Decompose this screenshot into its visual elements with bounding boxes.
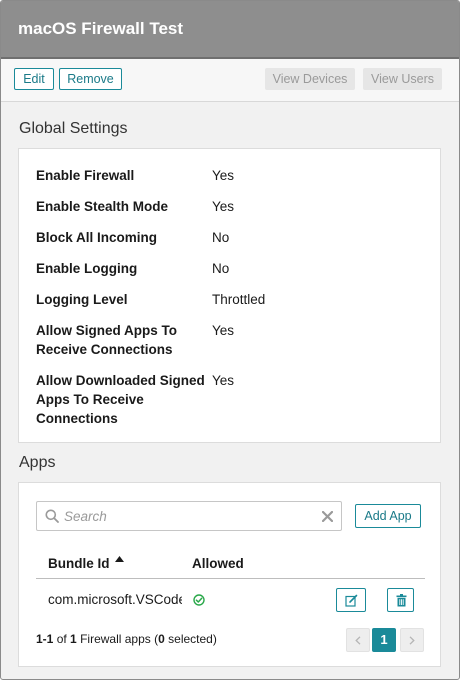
edit-app-button[interactable] [336,588,366,612]
column-header-allowed[interactable]: Allowed [192,556,244,571]
search-field[interactable]: Search [36,501,342,531]
view-users-button[interactable]: View Users [363,68,442,90]
setting-value: Yes [212,323,235,338]
chevron-left-icon [355,636,361,645]
toolbar: Edit Remove View Devices View Users [1,59,459,102]
firewall-policy-window: macOS Firewall Test Edit Remove View Dev… [0,0,460,680]
selected-text: selected [168,632,213,646]
noun-text: Firewall apps [80,632,151,646]
setting-label: Enable Logging [36,261,138,276]
bundle-id-cell: com.microsoft.VSCode [48,592,182,607]
search-icon [45,509,59,523]
window-title: macOS Firewall Test [18,19,184,38]
global-settings-heading: Global Settings [19,120,128,137]
setting-value: Yes [212,373,235,388]
trash-icon [396,594,407,607]
previous-page-button[interactable] [346,628,370,652]
selected-count: 0 [158,632,165,646]
setting-value: Yes [212,168,235,183]
chevron-right-icon [409,636,415,645]
apps-card: Search Add App Bundle Id Allowed com.mic… [18,482,441,667]
setting-label: Allow Downloaded Signed Apps To Receive … [36,373,205,426]
setting-label: Allow Signed Apps To Receive Connections [36,323,177,357]
add-app-button[interactable]: Add App [355,504,421,528]
setting-label: Enable Firewall [36,168,135,183]
setting-value: No [212,230,230,245]
setting-value: Throttled [212,292,266,307]
check-circle-icon [193,594,205,606]
apps-heading: Apps [19,454,56,471]
table-row[interactable]: com.microsoft.VSCode [36,579,425,621]
clear-icon[interactable] [322,511,333,522]
next-page-button[interactable] [400,628,424,652]
total-text: 1 [70,632,77,646]
of-text: of [56,632,67,646]
pagination-summary: 1-1 of 1 Firewall apps (0 selected) [36,632,217,646]
sort-ascending-icon [115,556,125,562]
column-header-label: Bundle Id [48,556,110,571]
view-devices-button[interactable]: View Devices [265,68,355,90]
setting-label: Logging Level [36,292,128,307]
setting-value: Yes [212,199,235,214]
search-input[interactable]: Search [64,509,107,524]
edit-icon [345,594,358,607]
setting-label: Enable Stealth Mode [36,199,169,214]
edit-button[interactable]: Edit [14,68,54,90]
range-text: 1-1 [36,632,54,646]
column-header-bundle-id[interactable]: Bundle Id [48,556,125,571]
delete-app-button[interactable] [387,588,414,612]
global-settings-card: Enable Firewall Yes Enable Stealth Mode … [18,148,441,443]
setting-label: Block All Incoming [36,230,158,245]
setting-value: No [212,261,230,276]
page-1-button[interactable]: 1 [372,628,396,652]
remove-button[interactable]: Remove [59,68,122,90]
title-bar: macOS Firewall Test [1,1,459,59]
